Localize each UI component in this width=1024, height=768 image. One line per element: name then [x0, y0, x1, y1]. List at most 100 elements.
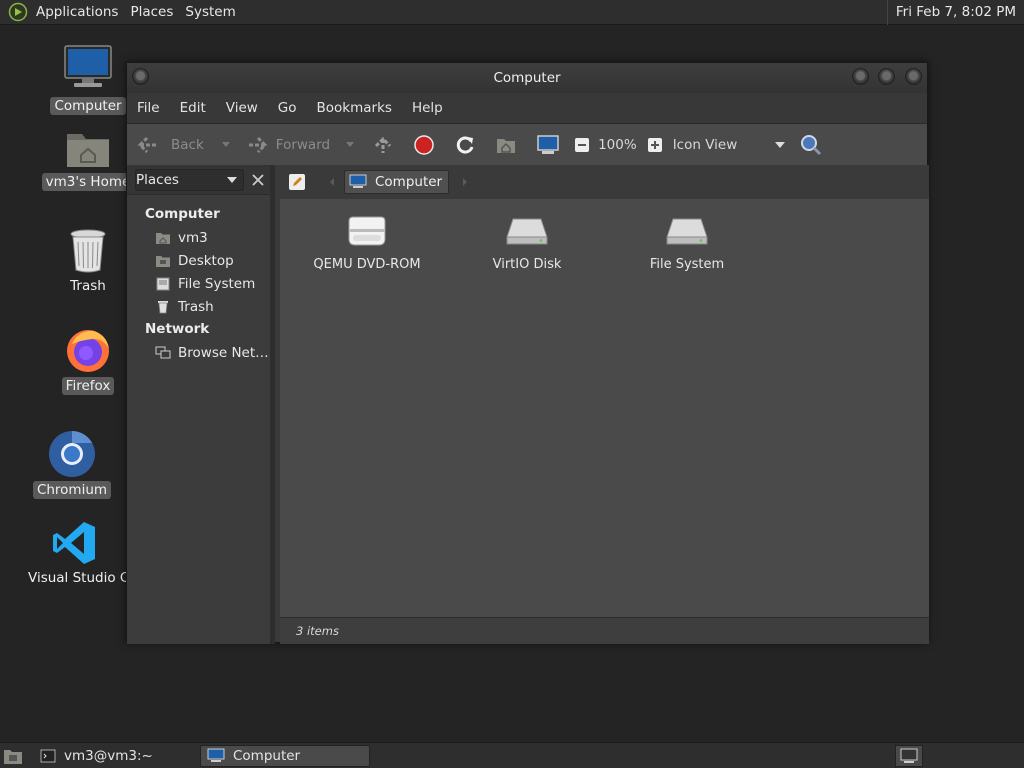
desktop-icon-label: Firefox [61, 377, 115, 395]
hard-disk-icon [506, 218, 548, 245]
edit-location-icon[interactable] [288, 173, 306, 191]
breadcrumb-computer[interactable]: Computer [344, 170, 450, 194]
chevron-down-icon [774, 141, 785, 148]
taskbar-item-computer[interactable]: Computer [200, 745, 370, 767]
firefox-icon [67, 330, 109, 372]
file-item-file-system[interactable]: File System [607, 215, 767, 272]
desktop-icon-home[interactable]: vm3's Home [38, 128, 138, 191]
forward-history-dropdown[interactable] [346, 142, 355, 147]
status-bar: 3 items [280, 617, 929, 644]
computer-icon [207, 748, 225, 762]
back-button[interactable]: Back [137, 124, 230, 166]
computer-button[interactable] [536, 124, 560, 166]
desktop-icon-firefox[interactable]: Firefox [38, 326, 138, 395]
file-item-qemu-dvd-rom[interactable]: QEMU DVD-ROM [287, 215, 447, 272]
reload-icon [456, 136, 474, 154]
minimize-button[interactable] [852, 68, 869, 85]
up-button[interactable] [372, 124, 394, 166]
optical-drive-icon [348, 216, 386, 246]
menu-help[interactable]: Help [402, 100, 453, 116]
sidebar-item-desktop[interactable]: Desktop [127, 249, 270, 272]
reload-button[interactable] [454, 124, 476, 166]
desktop-icon-vscode[interactable]: Visual Studio Code [24, 520, 154, 587]
mate-logo-icon[interactable] [8, 2, 28, 22]
sidebar: Places Computer vm3 Desktop File System … [127, 165, 275, 644]
search-button[interactable] [799, 124, 823, 166]
hard-disk-icon [666, 218, 708, 245]
view-mode-label: Icon View [672, 136, 738, 153]
zoom-out-icon[interactable] [574, 137, 590, 153]
vscode-icon [53, 522, 95, 564]
chevron-right-icon[interactable] [461, 177, 469, 187]
file-item-virtio-disk[interactable]: VirtIO Disk [447, 215, 607, 272]
menu-file[interactable]: File [127, 100, 170, 116]
places-menu[interactable]: Places [124, 0, 179, 25]
close-button[interactable] [905, 68, 922, 85]
clock[interactable]: Fri Feb 7, 8:02 PM [886, 0, 1016, 25]
chevron-down-icon [227, 176, 237, 183]
chromium-icon [49, 431, 95, 477]
sidebar-item-trash[interactable]: Trash [127, 295, 270, 318]
back-history-dropdown[interactable] [221, 142, 230, 147]
system-menu[interactable]: System [179, 0, 241, 25]
desktop-icon-trash[interactable]: Trash [38, 228, 138, 295]
workspace-switcher[interactable] [895, 745, 923, 767]
desktop-icon-chromium[interactable]: Chromium [22, 430, 122, 499]
bottom-panel: vm3@vm3:~ Computer [0, 742, 1024, 768]
show-desktop-icon[interactable] [3, 747, 23, 765]
drive-icon [156, 277, 170, 290]
applications-menu[interactable]: Applications [30, 0, 124, 25]
file-view[interactable]: QEMU DVD-ROM VirtIO Disk File System [280, 199, 929, 617]
places-header: Places [127, 165, 270, 195]
close-sidebar-icon[interactable] [252, 173, 264, 186]
file-manager-window: Computer File Edit View Go Bookmarks Hel… [126, 62, 929, 644]
home-folder-icon [67, 134, 109, 167]
menu-edit[interactable]: Edit [170, 100, 216, 116]
desktop-icon-label: Computer [50, 97, 126, 115]
network-icon [155, 346, 171, 358]
menu-go[interactable]: Go [268, 100, 307, 116]
top-panel: Applications Places System Fri Feb 7, 8:… [0, 0, 1024, 25]
workspace-icon [900, 748, 918, 763]
trash-icon [158, 300, 168, 313]
window-titlebar[interactable]: Computer [127, 63, 927, 93]
sidebar-item-file-system[interactable]: File System [127, 272, 270, 295]
maximize-button[interactable] [878, 68, 895, 85]
desktop-icon-label: Trash [70, 278, 106, 294]
back-arrow-icon [137, 136, 158, 153]
stop-icon [414, 134, 434, 155]
toolbar: Back Forward 100% Icon View [127, 123, 927, 165]
menu-bookmarks[interactable]: Bookmarks [307, 100, 402, 116]
home-folder-icon [156, 232, 170, 244]
sidebar-item-vm3[interactable]: vm3 [127, 226, 270, 249]
terminal-icon [40, 749, 56, 763]
sidebar-category-computer: Computer [145, 206, 220, 222]
view-mode-dropdown[interactable]: Icon View [673, 124, 785, 166]
forward-button[interactable]: Forward [244, 124, 355, 166]
up-arrow-icon [375, 136, 392, 153]
computer-icon [64, 45, 112, 87]
zoom-in-icon[interactable] [647, 137, 663, 153]
search-icon [800, 134, 821, 155]
menubar: File Edit View Go Bookmarks Help [127, 93, 927, 123]
places-selector[interactable]: Places [135, 168, 244, 191]
desktop-icon-label: vm3's Home [41, 173, 135, 191]
forward-arrow-icon [246, 136, 267, 153]
zoom-control[interactable]: 100% [574, 124, 663, 166]
home-button[interactable] [495, 124, 517, 166]
taskbar-item-terminal[interactable]: vm3@vm3:~ [34, 745, 198, 767]
desktop-icon-label: Chromium [32, 481, 112, 499]
zoom-level: 100% [598, 136, 637, 153]
window-title: Computer [493, 70, 561, 86]
stop-button[interactable] [413, 124, 435, 166]
sidebar-item-browse-network[interactable]: Browse Net… [127, 341, 270, 364]
desktop-folder-icon [156, 255, 170, 267]
computer-icon [349, 174, 367, 188]
sidebar-category-network: Network [145, 321, 210, 337]
location-bar: Computer [280, 165, 929, 199]
chevron-left-icon[interactable] [328, 177, 336, 187]
menu-view[interactable]: View [216, 100, 268, 116]
desktop-icon-computer[interactable]: Computer [38, 44, 138, 115]
trash-icon [70, 229, 106, 273]
computer-icon [537, 134, 559, 154]
